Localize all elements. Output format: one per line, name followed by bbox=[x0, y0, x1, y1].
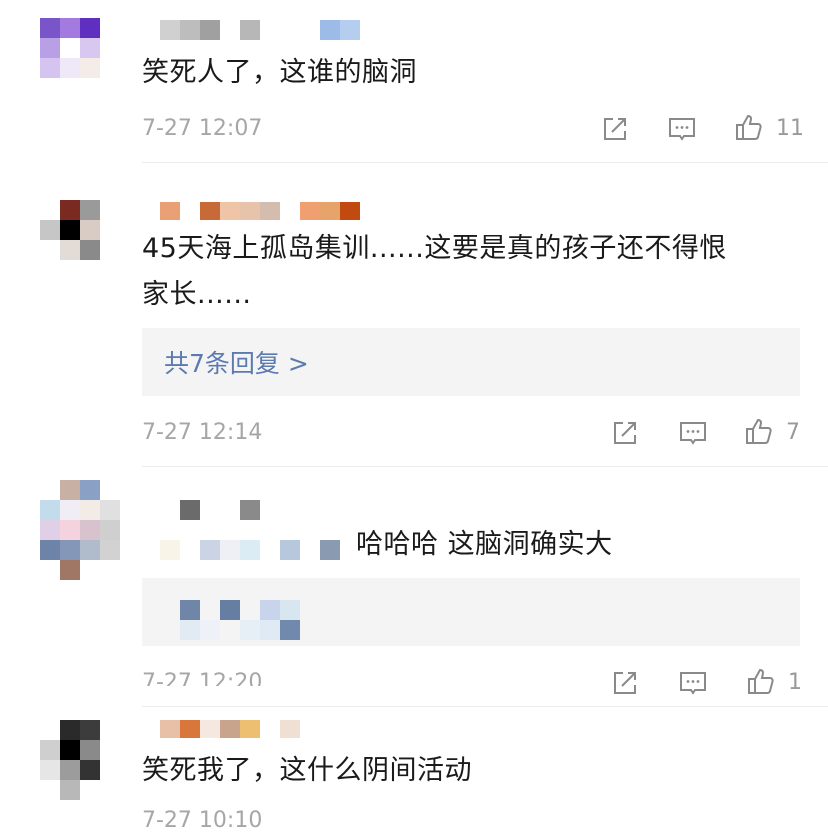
comment-icon[interactable] bbox=[678, 668, 708, 698]
reply-box[interactable] bbox=[142, 578, 800, 646]
reply-box[interactable]: 共7条回复 > bbox=[142, 328, 800, 396]
comment-text: 笑死我了，这什么阴间活动 bbox=[142, 755, 472, 786]
avatar[interactable] bbox=[40, 200, 100, 260]
share-icon[interactable] bbox=[610, 418, 640, 448]
comment-time: 7-27 10:10 bbox=[142, 808, 263, 833]
avatar[interactable] bbox=[40, 480, 120, 580]
share-icon[interactable] bbox=[600, 114, 630, 144]
comment-text-line2: 家长...... bbox=[142, 279, 252, 310]
view-replies-link[interactable]: 共7条回复 > bbox=[164, 344, 309, 380]
comment-time: 7-27 12:07 bbox=[142, 116, 263, 141]
avatar[interactable] bbox=[40, 18, 100, 78]
comment-icon[interactable] bbox=[667, 114, 697, 144]
like-icon[interactable] bbox=[734, 112, 764, 142]
comment-icon[interactable] bbox=[678, 418, 708, 448]
divider bbox=[142, 706, 828, 707]
comment-text-line1: 45天海上孤岛集训......这要是真的孩子还不得恨 bbox=[142, 233, 727, 264]
divider bbox=[142, 466, 828, 467]
like-count: 7 bbox=[786, 420, 800, 445]
like-count: 11 bbox=[776, 116, 804, 141]
comment-time: 7-27 12:20 bbox=[142, 670, 263, 686]
comment-text: 哈哈哈 这脑洞确实大 bbox=[356, 529, 613, 560]
comment-text: 笑死人了，这谁的脑洞 bbox=[142, 57, 417, 88]
comment-time: 7-27 12:14 bbox=[142, 420, 263, 445]
avatar[interactable] bbox=[40, 720, 100, 800]
like-icon[interactable] bbox=[744, 416, 774, 446]
share-icon[interactable] bbox=[610, 668, 640, 698]
divider bbox=[142, 162, 828, 163]
like-count: 1 bbox=[788, 670, 802, 695]
like-icon[interactable] bbox=[746, 666, 776, 696]
